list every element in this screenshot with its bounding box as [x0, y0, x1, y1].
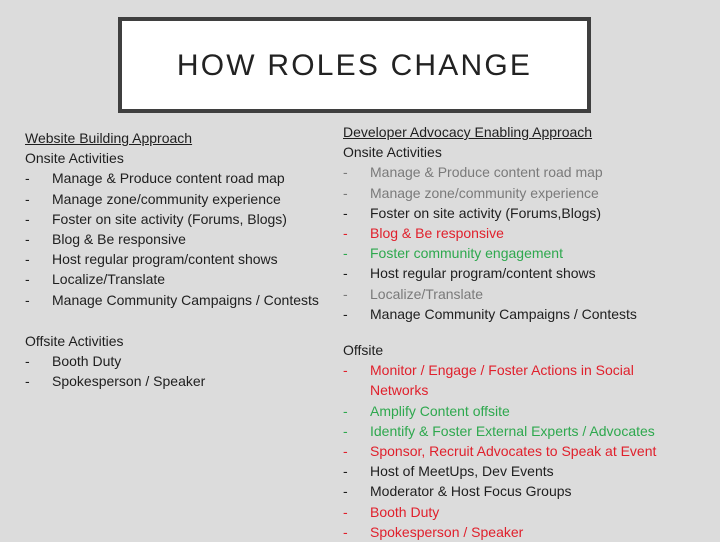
bullet-dash: -: [343, 184, 348, 201]
list-item-text: Spokesperson / Speaker: [370, 523, 524, 540]
list-item-text: Host regular program/content shows: [52, 251, 278, 268]
list-item-text: Manage & Produce content road map: [52, 170, 285, 187]
list-item: - Localize/Translate: [25, 269, 330, 289]
list-item: - Manage zone/community experience: [343, 183, 673, 203]
bullet-dash: -: [343, 305, 348, 322]
list-item-text: Monitor / Engage / Foster Actions in Soc…: [370, 362, 634, 399]
bullet-dash: -: [343, 362, 348, 379]
bullet-dash: -: [25, 231, 30, 248]
slide-title: HOW ROLES CHANGE: [176, 49, 533, 82]
list-item: - Identify & Foster External Experts / Ad…: [343, 421, 673, 441]
list-item-text: Foster on site activity (Forums,Blogs): [370, 204, 602, 221]
bullet-dash: -: [343, 422, 348, 439]
list-item: - Moderator & Host Focus Groups: [343, 481, 673, 501]
list-item-text: Manage & Produce content road map: [370, 164, 603, 181]
onsite-list: - Manage & Produce content road map - Manag…: [343, 162, 673, 324]
list-item: - Host regular program/content shows: [25, 249, 330, 269]
bullet-dash: -: [25, 353, 30, 370]
list-item-text: Identify & Foster External Experts / Adv…: [370, 422, 655, 439]
list-item-text: Manage Community Campaigns / Contests: [52, 291, 319, 308]
bullet-dash: -: [343, 483, 348, 500]
bullet-dash: -: [25, 251, 30, 268]
bullet-dash: -: [343, 443, 348, 460]
list-item: - Host of MeetUps, Dev Events: [343, 461, 673, 481]
list-item: - Manage & Produce content road map: [25, 168, 330, 188]
list-item: - Manage Community Campaigns / Contests: [25, 290, 330, 310]
list-item: - Blog & Be responsive: [25, 229, 330, 249]
developer-advocacy-column: Developer Advocacy Enabling Approach Ons…: [343, 122, 673, 542]
offsite-label: Offsite: [343, 342, 384, 359]
list-item-text: Spokesperson / Speaker: [52, 373, 206, 390]
list-item-text: Moderator & Host Focus Groups: [370, 483, 572, 500]
list-item-text: Amplify Content offsite: [370, 402, 510, 419]
offsite-list: - Monitor / Engage / Foster Actions in So…: [343, 360, 673, 542]
list-item: - Manage zone/community experience: [25, 189, 330, 209]
bullet-dash: -: [343, 463, 348, 480]
list-item: - Foster on site activity (Forums, Blogs): [25, 209, 330, 229]
list-item-text: Localize/Translate: [370, 285, 484, 302]
bullet-dash: -: [25, 210, 30, 227]
list-item: - Booth Duty: [343, 502, 673, 522]
list-item: - Blog & Be responsive: [343, 223, 673, 243]
website-building-column: Website Building Approach Onsite Activit…: [25, 128, 330, 391]
bullet-dash: -: [343, 503, 348, 520]
bullet-dash: -: [343, 523, 348, 540]
bullet-dash: -: [25, 170, 30, 187]
list-item: - Spokesperson / Speaker: [343, 522, 673, 542]
list-item-text: Booth Duty: [370, 503, 440, 520]
list-item-text: Host of MeetUps, Dev Events: [370, 463, 554, 480]
onsite-list: - Manage & Produce content road map - Manag…: [25, 168, 330, 309]
list-item: - Foster on site activity (Forums,Blogs): [343, 203, 673, 223]
bullet-dash: -: [343, 245, 348, 262]
column-heading: Website Building Approach: [25, 130, 193, 146]
offsite-label: Offsite Activities: [25, 332, 124, 349]
list-item-text: Blog & Be responsive: [370, 225, 504, 242]
list-item: - Spokesperson / Speaker: [25, 371, 330, 391]
list-item: - Foster community engagement: [343, 243, 673, 263]
list-item: - Localize/Translate: [343, 284, 673, 304]
bullet-dash: -: [343, 225, 348, 242]
list-item: - Host regular program/content shows: [343, 263, 673, 283]
list-item-text: Foster community engagement: [370, 245, 563, 262]
list-item: - Monitor / Engage / Foster Actions in So…: [343, 360, 673, 400]
list-item-text: Host regular program/content shows: [370, 265, 596, 282]
bullet-dash: -: [343, 204, 348, 221]
onsite-label: Onsite Activities: [25, 150, 124, 167]
list-item-text: Manage Community Campaigns / Contests: [370, 305, 637, 322]
bullet-dash: -: [343, 265, 348, 282]
bullet-dash: -: [25, 271, 30, 288]
list-item-text: Foster on site activity (Forums, Blogs): [52, 210, 287, 227]
bullet-dash: -: [343, 164, 348, 181]
list-item-text: Localize/Translate: [52, 271, 166, 288]
list-item: - Manage Community Campaigns / Contests: [343, 304, 673, 324]
list-item: - Manage & Produce content road map: [343, 162, 673, 182]
list-item-text: Blog & Be responsive: [52, 231, 186, 248]
onsite-label: Onsite Activities: [343, 144, 442, 161]
bullet-dash: -: [343, 285, 348, 302]
bullet-dash: -: [25, 291, 30, 308]
bullet-dash: -: [25, 373, 30, 390]
list-item-text: Manage zone/community experience: [370, 184, 599, 201]
list-item: - Amplify Content offsite: [343, 401, 673, 421]
title-box: HOW ROLES CHANGE: [118, 17, 591, 113]
list-item-text: Manage zone/community experience: [52, 190, 281, 207]
list-item-text: Booth Duty: [52, 353, 122, 370]
list-item-text: Sponsor, Recruit Advocates to Speak at E…: [370, 443, 657, 460]
list-item: - Booth Duty: [25, 351, 330, 371]
offsite-list: - Booth Duty - Spokesperson / Speaker: [25, 351, 330, 391]
bullet-dash: -: [343, 402, 348, 419]
bullet-dash: -: [25, 190, 30, 207]
column-heading: Developer Advocacy Enabling Approach: [343, 124, 593, 140]
list-item: - Sponsor, Recruit Advocates to Speak at …: [343, 441, 673, 461]
